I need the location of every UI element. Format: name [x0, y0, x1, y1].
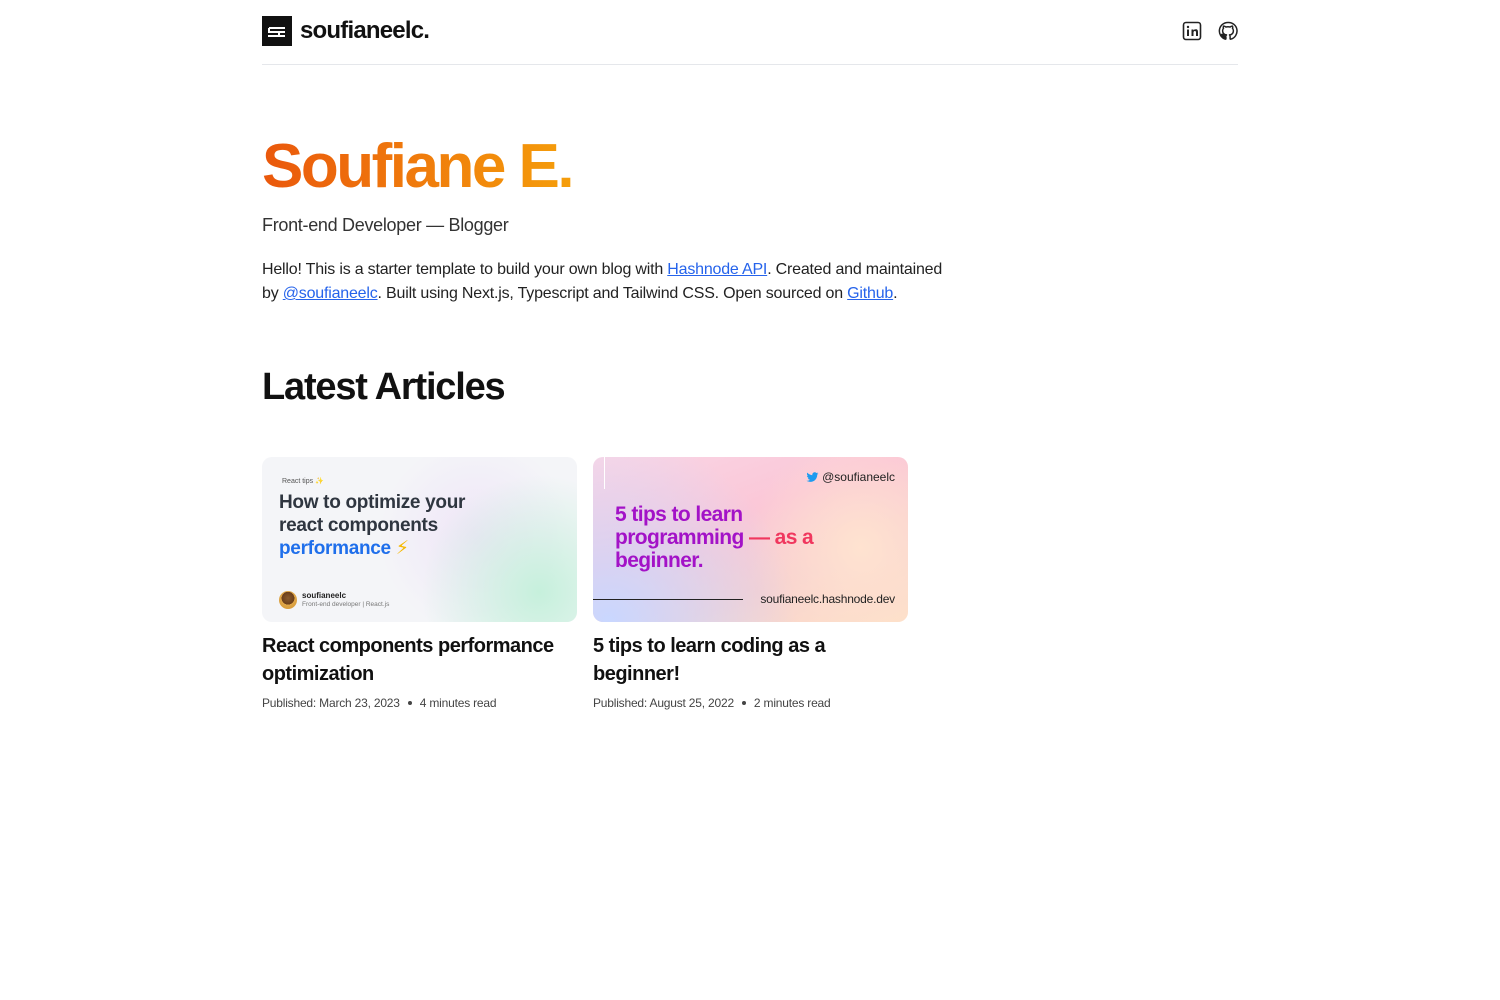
twitter-icon [806, 471, 819, 482]
hero-desc-text-1: Hello! This is a starter template to bui… [262, 261, 668, 278]
linkedin-icon[interactable] [1182, 21, 1202, 41]
brand-link[interactable]: soufianeelc. [262, 16, 430, 46]
separator-dot [407, 701, 412, 705]
article-meta: Published: March 23, 2023 4 minutes read [262, 696, 577, 710]
thumbnail-title: 5 tips to learn programming — as a begin… [615, 503, 814, 572]
thumbnail-divider [604, 457, 605, 489]
article-read-time: 4 minutes read [419, 696, 497, 710]
hero-desc-text-3: . Built using Next.js, Typescript and Ta… [377, 285, 848, 302]
hero-title: Soufiane E. [262, 132, 575, 201]
brand-name: soufianeelc. [300, 17, 430, 44]
thumbnail-title-line: 5 tips to learn [615, 503, 743, 526]
article-meta: Published: August 25, 2022 2 minutes rea… [593, 696, 908, 710]
article-title[interactable]: 5 tips to learn coding as a beginner! [593, 632, 908, 688]
hero-description: Hello! This is a starter template to bui… [262, 258, 952, 306]
article-thumbnail[interactable]: React tips ✨ How to optimize your react … [262, 457, 577, 622]
article-card[interactable]: @soufianeelc 5 tips to learn programming… [593, 457, 908, 710]
thumbnail-handle-text: @soufianeelc [822, 470, 895, 484]
avatar [279, 591, 297, 609]
github-icon[interactable] [1218, 21, 1238, 41]
site-header: soufianeelc. [262, 0, 1238, 65]
thumbnail-title-part: programming [615, 526, 744, 549]
thumbnail-url: soufianeelc.hashnode.dev [760, 592, 895, 606]
article-published-date: Published: August 25, 2022 [593, 696, 734, 710]
se-monogram-logo-icon [262, 16, 292, 46]
thumbnail-author-name: soufianeelc [302, 591, 347, 600]
article-read-time: 2 minutes read [753, 696, 831, 710]
article-published-date: Published: March 23, 2023 [262, 696, 400, 710]
lightning-icon: ⚡ [395, 538, 409, 559]
author-handle-link[interactable]: @soufianeelc [283, 285, 378, 302]
thumbnail-tag: React tips ✨ [282, 478, 324, 485]
article-title[interactable]: React components performance optimizatio… [262, 632, 577, 688]
page-container: soufianeelc. Soufiane E. Front-end Devel… [262, 0, 1238, 710]
hashnode-api-link[interactable]: Hashnode API [667, 261, 767, 278]
github-repo-link[interactable]: Github [847, 285, 893, 302]
thumbnail-handle: @soufianeelc [806, 470, 895, 484]
thumbnail-author: soufianeelc Front-end developer | React.… [279, 591, 389, 609]
latest-articles-heading: Latest Articles [262, 366, 506, 408]
thumbnail-title-line: beginner. [615, 549, 704, 572]
hero-desc-text-4: . [893, 285, 898, 302]
thumbnail-rule [593, 599, 743, 600]
thumbnail-author-role: Front-end developer | React.js [302, 601, 390, 608]
article-card[interactable]: React tips ✨ How to optimize your react … [262, 457, 577, 710]
thumbnail-title-line: react components [279, 515, 438, 536]
social-links [1182, 21, 1238, 41]
thumbnail-title-highlight: — as a [743, 526, 814, 549]
hero-subtitle: Front-end Developer — Blogger [262, 215, 509, 235]
thumbnail-title-line: performance ⚡ [279, 537, 465, 560]
thumbnail-title-line: How to optimize your [279, 492, 466, 513]
article-thumbnail[interactable]: @soufianeelc 5 tips to learn programming… [593, 457, 908, 622]
separator-dot [741, 701, 746, 705]
thumbnail-title-highlight: performance [279, 538, 391, 559]
thumbnail-title-line: programming — as a [615, 526, 814, 549]
thumbnail-title: How to optimize your react components pe… [279, 491, 465, 560]
